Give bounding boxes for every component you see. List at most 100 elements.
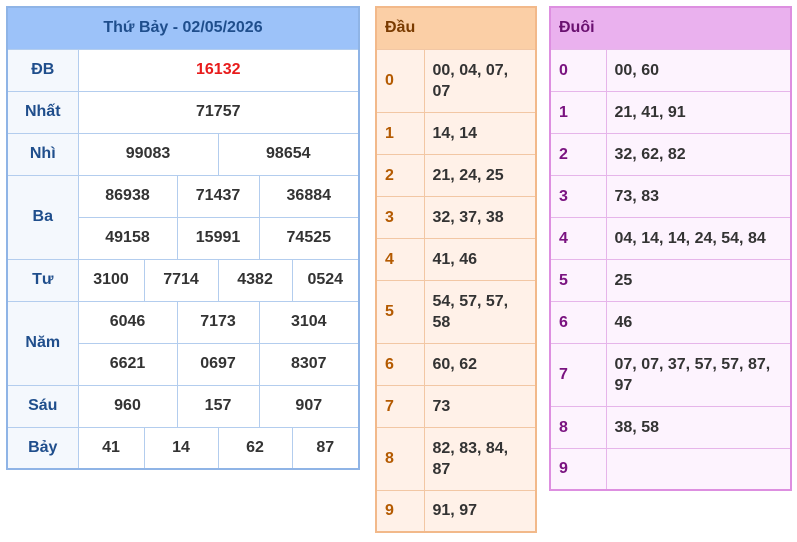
- prize-sau-value: 960: [77, 384, 178, 428]
- duoi-row: 4 04, 14, 14, 24, 54, 84: [549, 216, 792, 260]
- prize-nhi-value: 98654: [217, 132, 360, 176]
- prize-nam-value: 6621: [77, 342, 178, 386]
- prize-sau-value: 907: [258, 384, 360, 428]
- duoi-row: 2 32, 62, 82: [549, 132, 792, 176]
- dau-value: 14, 14: [423, 111, 537, 155]
- duoi-value: 38, 58: [605, 405, 792, 449]
- duoi-row: 9: [549, 447, 792, 491]
- prize-sau-value: 157: [176, 384, 260, 428]
- duoi-header: Đuôi: [550, 7, 606, 49]
- duoi-header-row: Đuôi: [550, 7, 791, 49]
- dau-value: 54, 57, 57, 58: [423, 279, 537, 344]
- duoi-row: 6 46: [549, 300, 792, 344]
- duoi-value: [605, 447, 792, 491]
- dau-value: 00, 04, 07, 07: [423, 48, 537, 113]
- duoi-row: 7 07, 07, 37, 57, 57, 87, 97: [549, 342, 792, 407]
- duoi-value: 46: [605, 300, 792, 344]
- dau-row: 8 82, 83, 84, 87: [375, 426, 537, 491]
- prize-nam-value: 7173: [176, 300, 260, 344]
- duoi-key: 1: [549, 90, 607, 134]
- prize-row-nhat: Nhất 71757: [6, 90, 360, 134]
- dau-row: 6 60, 62: [375, 342, 537, 386]
- dau-key: 5: [375, 279, 425, 344]
- dau-row: 9 91, 97: [375, 489, 537, 533]
- duoi-key: 7: [549, 342, 607, 407]
- duoi-row: 8 38, 58: [549, 405, 792, 449]
- duoi-key: 6: [549, 300, 607, 344]
- duoi-key: 8: [549, 405, 607, 449]
- duoi-value: 73, 83: [605, 174, 792, 218]
- duoi-value: 21, 41, 91: [605, 90, 792, 134]
- duoi-key: 3: [549, 174, 607, 218]
- prize-row-nhi: Nhì 99083 98654: [6, 132, 360, 176]
- duoi-value: 04, 14, 14, 24, 54, 84: [605, 216, 792, 260]
- dau-value: 32, 37, 38: [423, 195, 537, 239]
- dau-header-row: Đầu: [376, 7, 536, 49]
- dau-key: 0: [375, 48, 425, 113]
- dau-value: 73: [423, 384, 537, 428]
- prize-bay-value: 41: [77, 426, 145, 470]
- prize-label-tu: Tư: [6, 258, 79, 302]
- dau-row: 2 21, 24, 25: [375, 153, 537, 197]
- prize-tu-value: 0524: [291, 258, 360, 302]
- dau-value: 91, 97: [423, 489, 537, 533]
- dau-header: Đầu: [376, 7, 424, 49]
- dau-key: 7: [375, 384, 425, 428]
- duoi-key: 5: [549, 258, 607, 302]
- dau-value: 60, 62: [423, 342, 537, 386]
- prize-row-tu: Tư 3100 7714 4382 0524: [6, 258, 360, 302]
- duoi-value: 07, 07, 37, 57, 57, 87, 97: [605, 342, 792, 407]
- duoi-key: 4: [549, 216, 607, 260]
- prize-bay-value: 62: [217, 426, 293, 470]
- prize-row-sau: Sáu 960 157 907: [6, 384, 360, 428]
- prize-nam-value: 8307: [258, 342, 360, 386]
- duoi-value: 32, 62, 82: [605, 132, 792, 176]
- duoi-row: 0 00, 60: [549, 48, 792, 92]
- prize-ba-value: 86938: [77, 174, 178, 218]
- prize-nhi-value: 99083: [77, 132, 219, 176]
- duoi-key: 0: [549, 48, 607, 92]
- duoi-row: 3 73, 83: [549, 174, 792, 218]
- results-table: Thứ Bảy - 02/05/2026 ĐB 16132 Nhất 71757…: [6, 6, 360, 470]
- dau-value: 41, 46: [423, 237, 537, 281]
- dau-row: 7 73: [375, 384, 537, 428]
- prize-label-bay: Bảy: [6, 426, 79, 470]
- dau-row: 4 41, 46: [375, 237, 537, 281]
- prize-row-bay: Bảy 41 14 62 87: [6, 426, 360, 470]
- dau-table: Đầu 0 00, 04, 07, 07 1 14, 14 2 21, 24, …: [375, 6, 537, 533]
- prize-ba-value: 15991: [176, 216, 260, 260]
- prize-nam-value: 3104: [258, 300, 360, 344]
- prize-nhat-value: 71757: [77, 90, 360, 134]
- dau-row: 1 14, 14: [375, 111, 537, 155]
- duoi-value: 00, 60: [605, 48, 792, 92]
- prize-label-nhat: Nhất: [6, 90, 79, 134]
- prize-tu-value: 7714: [143, 258, 219, 302]
- duoi-table: Đuôi 0 00, 60 1 21, 41, 91 2 32, 62, 82 …: [549, 6, 792, 491]
- prize-bay-value: 14: [143, 426, 219, 470]
- prize-ba-value: 74525: [258, 216, 360, 260]
- dau-key: 1: [375, 111, 425, 155]
- dau-key: 4: [375, 237, 425, 281]
- prize-row-nam: Năm 6046 7173 3104: [6, 300, 360, 386]
- duoi-key: 9: [549, 447, 607, 491]
- prize-tu-value: 3100: [77, 258, 145, 302]
- duoi-value: 25: [605, 258, 792, 302]
- prize-label-db: ĐB: [6, 48, 79, 92]
- duoi-row: 1 21, 41, 91: [549, 90, 792, 134]
- dau-key: 8: [375, 426, 425, 491]
- dau-row: 0 00, 04, 07, 07: [375, 48, 537, 113]
- duoi-header-blank: [606, 7, 791, 49]
- prize-label-sau: Sáu: [6, 384, 79, 428]
- prize-nam-value: 0697: [176, 342, 260, 386]
- prize-ba-value: 49158: [77, 216, 178, 260]
- dau-header-blank: [424, 7, 536, 49]
- prize-row-db: ĐB 16132: [6, 48, 360, 92]
- dau-row: 5 54, 57, 57, 58: [375, 279, 537, 344]
- dau-key: 2: [375, 153, 425, 197]
- dau-row: 3 32, 37, 38: [375, 195, 537, 239]
- results-title: Thứ Bảy - 02/05/2026: [7, 7, 359, 49]
- prize-ba-value: 71437: [176, 174, 260, 218]
- prize-tu-value: 4382: [217, 258, 293, 302]
- prize-bay-value: 87: [291, 426, 360, 470]
- prize-label-nam: Năm: [6, 300, 79, 386]
